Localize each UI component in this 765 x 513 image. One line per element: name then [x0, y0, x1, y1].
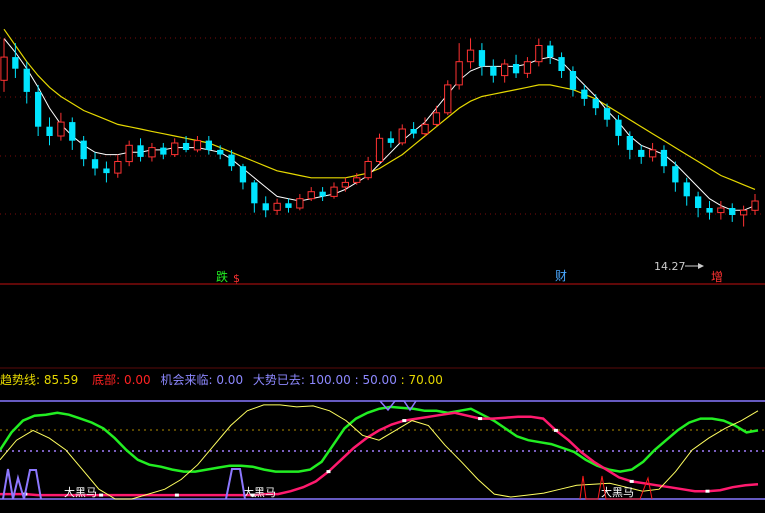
candle-body — [672, 166, 679, 183]
candle-body — [251, 182, 258, 204]
candle-body — [740, 209, 748, 216]
candle-body — [137, 145, 144, 157]
candle-body — [125, 144, 133, 163]
gone-label: 大势已去 — [253, 373, 301, 387]
bottom-marker — [402, 419, 407, 423]
bottom-marker — [553, 428, 558, 432]
candle-body — [398, 128, 406, 144]
candle-body — [148, 147, 156, 158]
trend-label: 趋势线 — [0, 373, 36, 387]
candle-body — [478, 50, 486, 67]
chart-background — [0, 0, 765, 513]
signal-dollar: $ — [233, 272, 240, 285]
candle-body — [205, 140, 212, 150]
candle-body — [91, 159, 99, 169]
signal-grow: 增 — [711, 270, 723, 284]
candle — [375, 133, 384, 164]
candle-body — [375, 137, 384, 163]
candle-body — [69, 122, 76, 141]
bottom-value: 0.00 — [124, 373, 151, 387]
candle-body — [581, 89, 588, 99]
candle-body — [35, 91, 42, 127]
candle-body — [660, 149, 668, 167]
bottom-label: 底部 — [92, 372, 116, 387]
candle-body — [80, 140, 87, 160]
horse-label-2: 大黑马 — [243, 485, 276, 499]
candle-body — [490, 66, 497, 76]
candle-body — [46, 126, 53, 136]
candle-body — [239, 166, 247, 183]
candle-body — [160, 147, 167, 155]
candle — [444, 80, 452, 116]
candle-body — [114, 161, 122, 174]
candle-body — [512, 64, 520, 74]
bottom-marker — [478, 417, 483, 421]
signal-fall: 跌 — [216, 269, 228, 284]
candle-body — [603, 108, 611, 120]
level-50: 50.00 — [362, 373, 396, 387]
candle-body — [421, 123, 429, 135]
candle-body — [558, 57, 565, 71]
level-100: 100.00 — [309, 373, 351, 387]
level-70: 70.00 — [409, 373, 443, 387]
candle-body — [228, 154, 235, 167]
candle-body — [569, 71, 577, 90]
low-price-label: 14.27 — [654, 260, 686, 273]
bottom-marker — [705, 489, 710, 493]
candle-body — [410, 129, 417, 134]
candle-body — [649, 149, 657, 158]
candle-body — [193, 140, 202, 151]
candle-body — [182, 143, 190, 150]
candle-body — [717, 207, 725, 214]
candle-body — [751, 200, 759, 211]
bottom-marker — [629, 479, 634, 483]
candle-body — [729, 208, 736, 215]
candle-body — [285, 203, 292, 208]
candle-body — [353, 177, 361, 183]
candle-body — [638, 149, 645, 157]
candle-body — [695, 196, 702, 208]
chance-value: 0.00 — [216, 373, 243, 387]
candle-body — [444, 84, 452, 114]
bottom-marker — [174, 493, 179, 497]
candle-body — [364, 161, 372, 179]
candle-body — [319, 191, 326, 197]
candle-body — [615, 119, 622, 136]
candle-body — [547, 45, 554, 58]
candle-body — [0, 56, 8, 81]
stock-chart[interactable]: 跌 $ 财 增 14.27 趋势线: 85.59 底部: 0.00 机会来临: … — [0, 0, 765, 513]
candle-body — [262, 203, 269, 211]
candle-body — [592, 98, 599, 109]
candle-body — [103, 168, 110, 174]
candle-body — [296, 198, 304, 209]
candle-body — [466, 49, 475, 63]
bottom-marker — [326, 470, 331, 474]
candle-body — [307, 191, 315, 200]
candle-body — [57, 121, 65, 137]
candle-body — [523, 61, 532, 74]
chance-label: 机会来临 — [160, 373, 208, 387]
candle-body — [535, 45, 543, 63]
signal-money: 财 — [555, 269, 567, 283]
candle-body — [273, 202, 281, 211]
trend-value: 85.59 — [44, 373, 78, 387]
svg-text:趋势线: 85.59 底部: 0.00: 趋势线: 85.59 底部: 0.00 机会来临: 0.00 大势已去: 100… — [0, 372, 443, 387]
candle-body — [217, 149, 224, 155]
candle-body — [330, 186, 338, 197]
indicator-header: 趋势线: 85.59 底部: 0.00 机会来临: 0.00 大势已去: 100… — [0, 372, 443, 387]
candle-body — [706, 208, 713, 213]
candle-body — [432, 112, 441, 125]
candle-body — [626, 136, 633, 150]
candle-body — [171, 142, 179, 156]
candle-body — [683, 182, 690, 197]
candle-body — [387, 138, 394, 143]
candle-body — [12, 57, 19, 69]
candle-body — [341, 181, 350, 188]
candle-body — [455, 61, 463, 86]
candle-body — [23, 68, 30, 92]
horse-label-1: 大黑马 — [64, 485, 97, 499]
bottom-marker — [99, 493, 104, 497]
candle-body — [501, 63, 509, 77]
